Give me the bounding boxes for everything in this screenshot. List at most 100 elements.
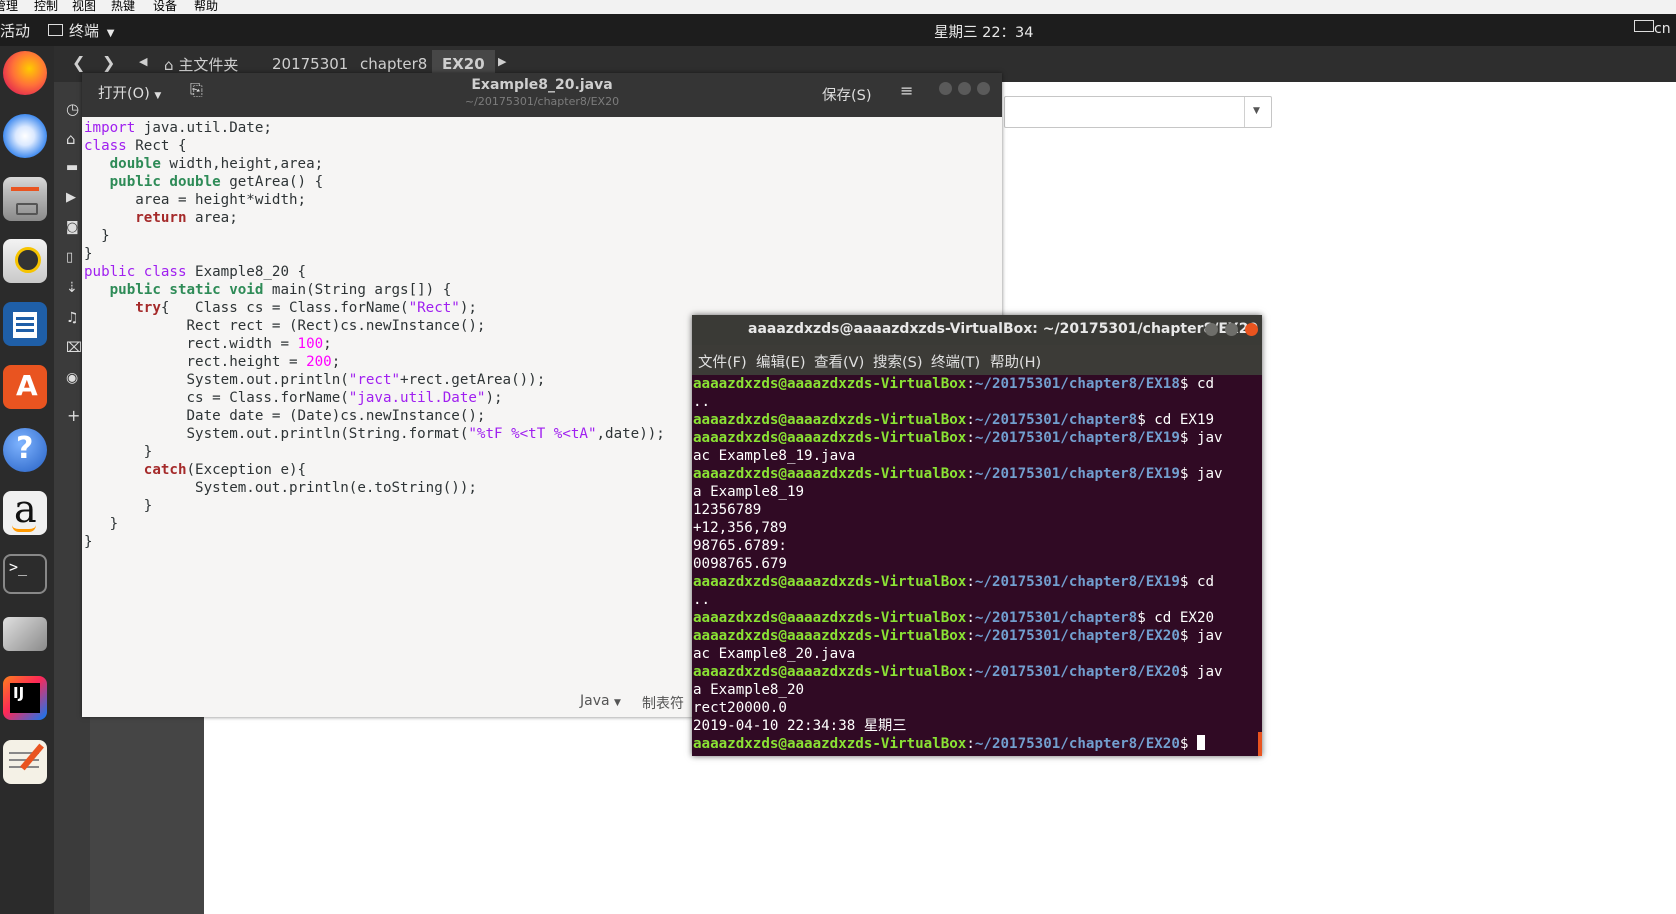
terminal-token: ~/20175301/chapter8/EX20 bbox=[974, 736, 1180, 752]
recent-icon[interactable]: ◷ bbox=[66, 100, 79, 118]
minimize-button[interactable] bbox=[1205, 323, 1218, 336]
minimize-button[interactable] bbox=[939, 82, 952, 95]
vbox-menu-view[interactable]: 视图 bbox=[72, 0, 96, 12]
help-icon[interactable]: ? bbox=[3, 428, 47, 472]
terminal-scrollbar[interactable] bbox=[1258, 732, 1262, 756]
code-token: try bbox=[135, 300, 161, 316]
code-token: "rect" bbox=[348, 372, 401, 388]
music-icon[interactable]: ♫ bbox=[66, 310, 79, 326]
menu-help[interactable]: 帮助(H) bbox=[990, 351, 1041, 372]
terminal-token: $ jav bbox=[1179, 430, 1223, 446]
camera-icon[interactable]: ◙ bbox=[66, 220, 79, 235]
code-token: rect.height = bbox=[84, 354, 307, 370]
folder-icon[interactable]: ▬ bbox=[66, 160, 78, 175]
terminal-line: 12356789 bbox=[693, 501, 1262, 519]
video-icon[interactable]: ▶ bbox=[66, 190, 76, 205]
terminal-line: aaaazdxzds@aaaazdxzds-VirtualBox:~/20175… bbox=[693, 627, 1262, 645]
download-icon[interactable]: ⇣ bbox=[66, 280, 78, 296]
code-token: System.out.println(String.format( bbox=[84, 426, 469, 442]
breadcrumb-chapter8[interactable]: chapter8 bbox=[360, 55, 427, 73]
thunderbird-icon[interactable] bbox=[3, 114, 47, 158]
breadcrumb-20175301[interactable]: 20175301 bbox=[272, 55, 348, 73]
rhythmbox-icon[interactable] bbox=[3, 239, 47, 283]
code-line: } bbox=[84, 443, 665, 461]
app-menu-button[interactable]: 终端 ▼ bbox=[48, 20, 115, 41]
save-button[interactable]: 保存(S) bbox=[822, 84, 872, 105]
terminal-line: aaaazdxzds@aaaazdxzds-VirtualBox:~/20175… bbox=[693, 375, 1262, 393]
terminal-line: 0098765.679 bbox=[693, 555, 1262, 573]
document-icon[interactable]: ▯ bbox=[66, 250, 73, 265]
terminal-token: : bbox=[966, 574, 975, 590]
terminal-token: ~/20175301/chapter8/EX19 bbox=[974, 466, 1180, 482]
forward-icon[interactable]: ❯ bbox=[102, 53, 115, 72]
text-editor-icon[interactable] bbox=[3, 740, 47, 784]
clock[interactable]: 星期三 22：34 bbox=[934, 21, 1034, 42]
vbox-menu-control[interactable]: 控制 bbox=[34, 0, 58, 12]
breadcrumb-home[interactable]: ⌂ 主文件夹 bbox=[164, 54, 238, 75]
code-token: Rect rect = (Rect)cs.newInstance(); bbox=[84, 318, 486, 334]
maximize-button[interactable] bbox=[958, 82, 971, 95]
code-token: import bbox=[84, 120, 136, 136]
code-token: java.util.Date; bbox=[135, 120, 272, 136]
menu-edit[interactable]: 编辑(E) bbox=[756, 351, 805, 372]
terminal-line: .. bbox=[693, 591, 1262, 609]
close-button[interactable] bbox=[977, 82, 990, 95]
menu-terminal[interactable]: 终端(T) bbox=[931, 351, 980, 372]
close-button[interactable] bbox=[1245, 323, 1258, 336]
terminal-icon[interactable]: >_ bbox=[3, 554, 47, 594]
code-token: } bbox=[84, 516, 119, 532]
maximize-button[interactable] bbox=[1225, 323, 1238, 336]
code-token: "%tF %<tT %<tA" bbox=[468, 426, 597, 442]
terminal-line: ac Example8_20.java bbox=[693, 645, 1262, 663]
scanner-icon[interactable] bbox=[3, 617, 47, 651]
code-token: Rect { bbox=[126, 138, 187, 154]
firefox-icon[interactable] bbox=[3, 51, 47, 95]
vbox-menu-manage[interactable]: 管理 bbox=[0, 0, 18, 12]
terminal-token: ac Example8_20.java bbox=[693, 646, 856, 662]
hamburger-menu-icon[interactable]: ≡ bbox=[900, 81, 913, 100]
code-editor[interactable]: import java.util.Date; class Rect { doubl… bbox=[84, 119, 665, 551]
menu-search[interactable]: 搜索(S) bbox=[873, 351, 923, 372]
vbox-menu-devices[interactable]: 设备 bbox=[153, 0, 177, 12]
vbox-menu-help[interactable]: 帮助 bbox=[194, 0, 218, 12]
back-icon[interactable]: ❮ bbox=[72, 53, 85, 72]
intellij-icon[interactable]: IJ bbox=[3, 676, 47, 720]
terminal-token: ~/20175301/chapter8/EX18 bbox=[974, 376, 1180, 392]
code-line: public double getArea() { bbox=[84, 173, 665, 191]
tab-width-selector[interactable]: 制表符 bbox=[642, 693, 684, 713]
vbox-menu-hotkey[interactable]: 热键 bbox=[111, 0, 135, 12]
path-left-icon[interactable]: ◀ bbox=[139, 55, 147, 68]
trash-icon[interactable]: ⌧ bbox=[66, 340, 82, 356]
writer-icon[interactable] bbox=[3, 302, 47, 346]
code-line: Rect rect = (Rect)cs.newInstance(); bbox=[84, 317, 665, 335]
files-dropdown[interactable]: ▼ bbox=[1004, 96, 1272, 128]
gedit-header-bar: 打开(O) ▼ ⎘ Example8_20.java ~/20175301/ch… bbox=[82, 73, 1002, 117]
code-token: } bbox=[84, 228, 110, 244]
software-icon[interactable]: A bbox=[3, 365, 47, 409]
add-location-icon[interactable]: + bbox=[67, 406, 80, 425]
code-token: catch bbox=[143, 462, 187, 478]
activities-button[interactable]: 活动 bbox=[0, 20, 30, 41]
code-line: } bbox=[84, 515, 665, 533]
input-method-indicator[interactable]: cn bbox=[1634, 20, 1671, 37]
disc-icon[interactable]: ◉ bbox=[66, 370, 78, 386]
code-line: } bbox=[84, 497, 665, 515]
home-icon[interactable]: ⌂ bbox=[66, 130, 76, 148]
dropdown-arrow[interactable]: ▼ bbox=[1244, 97, 1271, 127]
code-token: System.out.println( bbox=[84, 372, 349, 388]
language-selector[interactable]: Java ▼ bbox=[580, 693, 621, 709]
menu-file[interactable]: 文件(F) bbox=[698, 351, 747, 372]
path-right-icon[interactable]: ▶ bbox=[498, 55, 506, 68]
terminal-output[interactable]: aaaazdxzds@aaaazdxzds-VirtualBox:~/20175… bbox=[693, 375, 1262, 756]
code-token: ); bbox=[485, 390, 503, 406]
terminal-small-icon bbox=[48, 24, 63, 36]
menu-view[interactable]: 查看(V) bbox=[814, 351, 864, 372]
terminal-line: a Example8_19 bbox=[693, 483, 1262, 501]
code-token: Example8_20 { bbox=[186, 264, 307, 280]
gnome-top-bar: 活动 终端 ▼ 星期三 22：34 cn bbox=[0, 14, 1676, 46]
amazon-icon[interactable]: a bbox=[3, 487, 47, 535]
files-icon[interactable] bbox=[3, 177, 47, 221]
chevron-down-icon: ▼ bbox=[106, 28, 115, 39]
code-line: } bbox=[84, 533, 665, 551]
